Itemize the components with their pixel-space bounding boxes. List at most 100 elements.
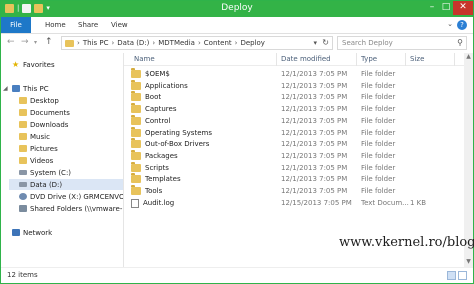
scroll-up-icon[interactable]: ▲ bbox=[464, 53, 473, 62]
nav-network[interactable]: Network bbox=[3, 227, 52, 238]
column-separator[interactable] bbox=[356, 53, 357, 66]
view-switcher bbox=[447, 271, 467, 280]
cell-type: File folder bbox=[361, 81, 396, 90]
nav-item-system-drive[interactable]: System (C:) bbox=[19, 167, 71, 178]
navigation-bar: ← → ▾ ↑ › This PC › Data (D:) › MDTMedia… bbox=[1, 34, 473, 52]
breadcrumb-this-pc[interactable]: This PC bbox=[83, 39, 109, 47]
chevron-right-icon[interactable]: › bbox=[198, 39, 201, 47]
nav-item-videos[interactable]: Videos bbox=[19, 155, 53, 166]
table-row[interactable]: Captures 12/1/2013 7:05 PM File folder bbox=[128, 103, 458, 115]
cell-name[interactable]: Captures bbox=[131, 103, 176, 114]
back-arrow-icon[interactable]: ← bbox=[7, 37, 15, 47]
nav-label: Videos bbox=[30, 156, 54, 165]
maximize-button[interactable]: □ bbox=[439, 1, 453, 15]
column-name[interactable]: Name bbox=[134, 55, 155, 63]
breadcrumb-data-drive[interactable]: Data (D:) bbox=[117, 39, 149, 47]
search-icon[interactable]: ⚲ bbox=[457, 37, 463, 49]
title-bar[interactable]: | ▾ Deploy – □ ✕ bbox=[1, 1, 473, 17]
nav-item-music[interactable]: Music bbox=[19, 131, 50, 142]
status-bar: 12 items bbox=[1, 267, 473, 283]
nav-item-desktop[interactable]: Desktop bbox=[19, 95, 59, 106]
nav-item-dvd-drive[interactable]: DVD Drive (X:) GRMCENVOL bbox=[19, 191, 123, 202]
table-row[interactable]: Control 12/1/2013 7:05 PM File folder bbox=[128, 114, 458, 127]
chevron-right-icon[interactable]: › bbox=[235, 39, 238, 47]
tab-home[interactable]: Home bbox=[45, 17, 66, 33]
large-icons-view-icon[interactable] bbox=[458, 271, 467, 280]
forward-arrow-icon[interactable]: → bbox=[21, 37, 29, 47]
minimize-button[interactable]: – bbox=[425, 1, 439, 15]
folder-icon bbox=[19, 109, 27, 116]
chevron-down-icon[interactable]: ▾ bbox=[313, 39, 317, 47]
cell-name[interactable]: Tools bbox=[131, 185, 162, 195]
cell-name[interactable]: $OEM$ bbox=[131, 68, 170, 78]
column-separator[interactable] bbox=[454, 53, 455, 66]
column-separator[interactable] bbox=[405, 53, 406, 66]
nav-this-pc[interactable]: ◢ This PC bbox=[3, 83, 49, 94]
cell-name[interactable]: Scripts bbox=[131, 161, 169, 172]
cell-name[interactable]: Templates bbox=[131, 173, 181, 184]
table-row[interactable]: Operating Systems 12/1/2013 7:05 PM File f… bbox=[128, 126, 458, 139]
file-name: Applications bbox=[145, 81, 188, 90]
collapse-icon[interactable]: ◢ bbox=[3, 85, 9, 92]
tab-view[interactable]: View bbox=[111, 17, 128, 33]
search-input[interactable]: Search Deploy ⚲ bbox=[337, 36, 467, 50]
table-row[interactable]: Templates 12/1/2013 7:05 PM File folder bbox=[128, 173, 458, 185]
column-size[interactable]: Size bbox=[410, 55, 424, 63]
chevron-right-icon[interactable]: › bbox=[77, 39, 80, 47]
cell-date-modified: 12/1/2013 7:05 PM bbox=[281, 128, 348, 137]
cell-name[interactable]: Control bbox=[131, 114, 170, 125]
folder-icon bbox=[65, 39, 74, 47]
column-date-modified[interactable]: Date modified bbox=[281, 55, 331, 63]
table-row[interactable]: Packages 12/1/2013 7:05 PM File folder bbox=[128, 149, 458, 162]
nav-label: Downloads bbox=[30, 120, 69, 129]
cell-name[interactable]: Boot bbox=[131, 91, 161, 102]
nav-favorites[interactable]: ★ Favorites bbox=[3, 59, 55, 70]
breadcrumb-mdtmedia[interactable]: MDTMedia bbox=[158, 39, 195, 47]
recent-locations-icon[interactable]: ▾ bbox=[34, 39, 37, 46]
address-bar[interactable]: › This PC › Data (D:) › MDTMedia › Conte… bbox=[61, 36, 333, 50]
refresh-icon[interactable]: ↻ bbox=[322, 38, 329, 47]
column-separator[interactable] bbox=[276, 53, 277, 66]
up-arrow-icon[interactable]: ↑ bbox=[45, 37, 53, 47]
expand-ribbon-icon[interactable]: ⌄ bbox=[447, 20, 453, 28]
tab-file[interactable]: File bbox=[1, 17, 31, 33]
help-icon[interactable]: ? bbox=[457, 20, 467, 30]
drive-icon bbox=[19, 182, 27, 187]
window-controls: – □ ✕ bbox=[425, 1, 473, 15]
nav-item-shared-folders[interactable]: Shared Folders (\\vmware-h bbox=[19, 203, 123, 214]
cell-name[interactable]: Packages bbox=[131, 149, 178, 160]
cell-name[interactable]: Audit.log bbox=[131, 198, 174, 208]
breadcrumb-content[interactable]: Content bbox=[204, 39, 232, 47]
nav-label: Shared Folders (\\vmware-h bbox=[30, 204, 123, 213]
nav-item-data-drive[interactable]: Data (D:) bbox=[9, 179, 123, 190]
folder-icon bbox=[19, 157, 27, 164]
table-row[interactable]: Scripts 12/1/2013 7:05 PM File folder bbox=[128, 161, 458, 174]
scroll-down-icon[interactable]: ▼ bbox=[464, 258, 473, 267]
cell-type: File folder bbox=[361, 163, 396, 172]
cell-name[interactable]: Operating Systems bbox=[131, 126, 212, 137]
table-row[interactable]: Applications 12/1/2013 7:05 PM File folder bbox=[128, 79, 458, 92]
item-count: 12 items bbox=[7, 271, 38, 279]
table-row[interactable]: $OEM$ 12/1/2013 7:05 PM File folder bbox=[128, 68, 458, 80]
network-icon bbox=[12, 229, 20, 236]
nav-item-pictures[interactable]: Pictures bbox=[19, 143, 58, 154]
column-type[interactable]: Type bbox=[361, 55, 377, 63]
nav-item-downloads[interactable]: Downloads bbox=[19, 119, 68, 130]
cell-type: File folder bbox=[361, 175, 396, 184]
cell-date-modified: 12/1/2013 7:05 PM bbox=[281, 70, 348, 78]
table-row[interactable]: Tools 12/1/2013 7:05 PM File folder bbox=[128, 185, 458, 197]
breadcrumb-deploy[interactable]: Deploy bbox=[240, 39, 265, 47]
table-row[interactable]: Boot 12/1/2013 7:05 PM File folder bbox=[128, 91, 458, 103]
close-button[interactable]: ✕ bbox=[453, 1, 473, 15]
folder-icon bbox=[131, 138, 141, 149]
table-row[interactable]: Out-of-Box Drivers 12/1/2013 7:05 PM File … bbox=[128, 138, 458, 150]
chevron-right-icon[interactable]: › bbox=[152, 39, 155, 47]
table-row[interactable]: Audit.log 12/15/2013 7:05 PM Text Docum...… bbox=[128, 198, 458, 209]
tab-share[interactable]: Share bbox=[78, 17, 98, 33]
cell-name[interactable]: Applications bbox=[131, 79, 188, 90]
cell-name[interactable]: Out-of-Box Drivers bbox=[131, 138, 209, 149]
chevron-right-icon[interactable]: › bbox=[111, 39, 114, 47]
nav-item-documents[interactable]: Documents bbox=[19, 107, 70, 118]
details-view-icon[interactable] bbox=[447, 271, 456, 280]
folder-icon bbox=[131, 185, 141, 195]
